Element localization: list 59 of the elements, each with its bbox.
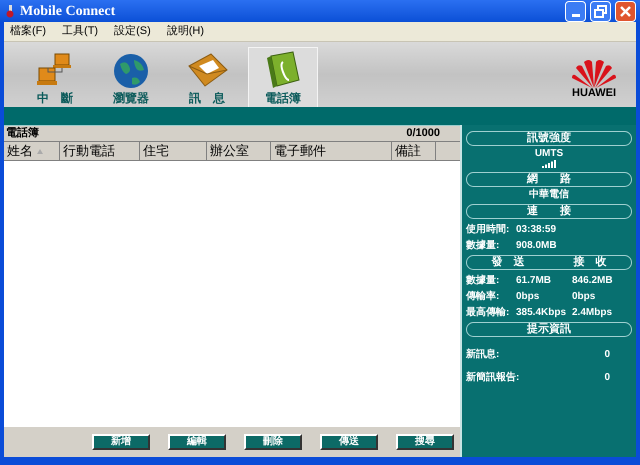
minimize-icon: [572, 14, 580, 16]
action-button[interactable]: 傳送: [320, 434, 378, 450]
column-header[interactable]: 姓名: [4, 142, 60, 160]
sort-icon: [37, 148, 43, 154]
section-title: 接 收: [574, 254, 606, 270]
section-title: 網 路: [527, 172, 571, 188]
toolbar-tab[interactable]: 中 斷: [20, 47, 90, 107]
field-value: 385.4Kbps: [516, 308, 568, 318]
field-label: 新簡訊報告:: [466, 373, 520, 383]
toolbar-tab[interactable]: 瀏覽器: [96, 47, 166, 107]
menu-item[interactable]: 工具(T): [60, 23, 100, 40]
field-label: 數據量:: [466, 241, 500, 251]
field-value: 908.0MB: [516, 241, 557, 251]
panel-title: 電話簿: [6, 126, 39, 142]
field-label: 使用時間:: [466, 225, 510, 235]
status-text: 中華電信: [528, 190, 570, 200]
field-value: 2.4Mbps: [572, 308, 612, 318]
globe-icon: [112, 52, 150, 90]
entry-count: 0/1000: [406, 126, 440, 142]
field-value: 846.2MB: [572, 276, 613, 286]
status-text: UMTS: [534, 149, 564, 159]
window-title: Mobile Connect: [20, 2, 116, 20]
action-button[interactable]: 刪除: [244, 434, 302, 450]
column-header[interactable]: 備註: [392, 142, 436, 160]
field-value: 61.7MB: [516, 276, 552, 286]
close-button[interactable]: [615, 0, 636, 22]
column-header[interactable]: 辦公室: [207, 142, 271, 160]
column-header[interactable]: 住宅: [140, 142, 207, 160]
app-icon: [4, 4, 16, 18]
action-button[interactable]: 新增: [92, 434, 150, 450]
restore-icon: [594, 4, 607, 18]
field-value: 0: [604, 373, 610, 383]
column-header[interactable]: 電子郵件: [271, 142, 392, 160]
restore-button[interactable]: [590, 0, 611, 22]
column-header[interactable]: 行動電話: [60, 142, 140, 160]
toolbar-tab[interactable]: 電話簿: [248, 47, 318, 107]
field-label: 最高傳輸:: [466, 308, 510, 318]
brand-name: HUAWEI: [572, 88, 616, 99]
section-title: 提示資訊: [527, 322, 571, 338]
field-value: 0bps: [572, 292, 596, 302]
close-icon: [620, 6, 631, 16]
menu-item[interactable]: 設定(S): [112, 23, 153, 40]
field-label: 數據量:: [466, 276, 500, 286]
action-button[interactable]: 搜尋: [396, 434, 454, 450]
section-title: 連 接: [527, 204, 571, 220]
logo-icon: [570, 58, 618, 88]
toolbar-tab[interactable]: 訊 息: [172, 47, 242, 107]
field-value: 03:38:59: [516, 225, 556, 235]
field-label: 傳輸率:: [466, 292, 500, 302]
field-value: 0: [604, 350, 610, 360]
action-button[interactable]: 編輯: [168, 434, 226, 450]
signal-bars-icon: [542, 160, 556, 168]
section-title: 發 送: [492, 254, 524, 270]
field-label: 新訊息:: [466, 350, 500, 360]
minimize-button[interactable]: [565, 0, 586, 22]
menu-item[interactable]: 檔案(F): [8, 23, 48, 40]
menu-item[interactable]: 說明(H): [164, 23, 206, 40]
section-title: 訊號強度: [527, 130, 571, 146]
field-value: 0bps: [516, 292, 540, 302]
